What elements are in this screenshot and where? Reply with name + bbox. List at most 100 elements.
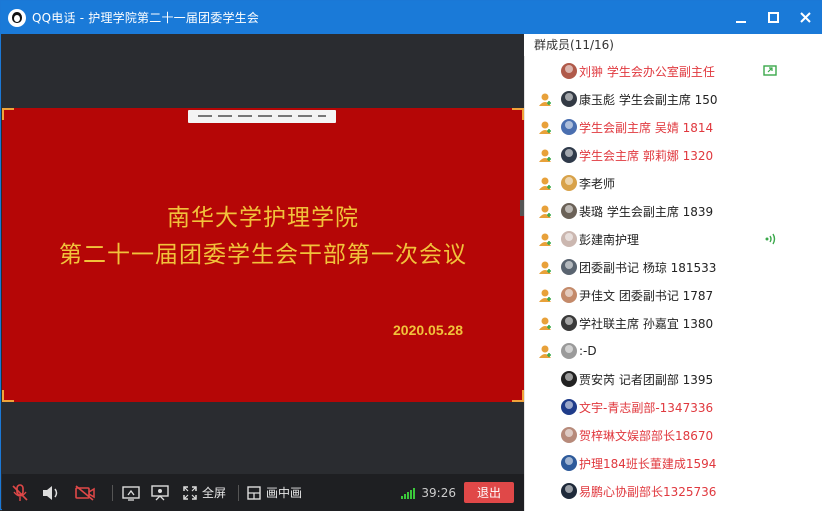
close-button[interactable] (789, 1, 821, 34)
member-role-icon (539, 93, 551, 106)
camera-off-icon (75, 484, 95, 501)
window-title: QQ电话 - 护理学院第二十一届团委学生会 (32, 11, 260, 25)
avatar (561, 259, 577, 275)
exit-call-button[interactable]: 退出 (464, 482, 514, 503)
member-name: 彭建南护理 (579, 232, 640, 247)
slide-header-strip (188, 110, 336, 123)
slide-date: 2020.05.28 (393, 322, 464, 338)
corner-marker (2, 108, 14, 120)
member-name: 刘翀 学生会办公室副主任 (579, 64, 715, 79)
picture-in-picture-button[interactable]: 画中画 (245, 474, 304, 511)
window-controls (725, 1, 821, 34)
presentation-slide: 南华大学护理学院 第二十一届团委学生会干部第一次会议 2020.05.28 (2, 108, 524, 402)
corner-marker (512, 390, 524, 402)
maximize-icon (767, 12, 779, 23)
member-role-icon (539, 289, 551, 302)
title-bar: QQ电话 - 护理学院第二十一届团委学生会 (1, 1, 821, 34)
avatar (561, 315, 577, 331)
member-row[interactable]: 彭建南护理 (524, 225, 822, 253)
screen-share-button[interactable] (119, 474, 143, 511)
signal-strength-icon (401, 487, 416, 499)
call-control-bar: 全屏 画中画 39:26 退出 (2, 474, 524, 511)
member-role-icon (539, 205, 551, 218)
member-name: 康玉彪 学生会副主席 150 (579, 92, 718, 107)
screen-share-icon (122, 485, 140, 501)
member-name: :-D (579, 344, 597, 358)
member-role-icon (539, 233, 551, 246)
member-row[interactable]: 文宇-青志副部-1347336 (524, 393, 822, 421)
minimize-button[interactable] (725, 1, 757, 34)
avatar (561, 91, 577, 107)
member-row[interactable]: 裴璐 学生会副主席 1839 (524, 197, 822, 225)
member-role-icon (539, 317, 551, 330)
shared-screen-area[interactable]: 南华大学护理学院 第二十一届团委学生会干部第一次会议 2020.05.28 (2, 34, 524, 474)
speaker-icon (43, 485, 58, 500)
member-row[interactable]: 学生会副主席 吴婧 1814 (524, 113, 822, 141)
avatar (561, 343, 577, 359)
member-role-icon (539, 177, 551, 190)
member-name: 裴璐 学生会副主席 1839 (579, 204, 714, 219)
presentation-icon (151, 484, 169, 500)
avatar (561, 147, 577, 163)
close-icon (799, 12, 811, 23)
avatar (561, 399, 577, 415)
corner-marker (512, 108, 524, 120)
member-name: 学生会主席 郭莉娜 1320 (579, 148, 714, 163)
avatar (561, 63, 577, 79)
member-row[interactable]: 康玉彪 学生会副主席 150 (524, 85, 822, 113)
member-list-panel: 群成员(11/16) 刘翀 学生会办公室副主任 康玉彪 学生会副主席 150 学生会… (524, 34, 822, 511)
fullscreen-button[interactable]: 全屏 (177, 474, 232, 511)
camera-off-button[interactable] (64, 474, 106, 511)
member-row[interactable]: 学生会主席 郭莉娜 1320 (524, 141, 822, 169)
mic-mute-button[interactable] (2, 474, 38, 511)
member-name: 贺梓琳文娱部部长18670 (579, 428, 714, 443)
member-row[interactable]: 贾安芮 记者团副部 1395 (524, 365, 822, 393)
member-row[interactable]: 团委副书记 杨琼 181533 (524, 253, 822, 281)
speaking-icon (765, 233, 776, 245)
member-name: 团委副书记 杨琼 181533 (579, 260, 717, 275)
member-name: 学生会副主席 吴婧 1814 (579, 120, 714, 135)
slide-title-line2: 第二十一届团委学生会干部第一次会议 (59, 242, 467, 268)
member-role-icon (539, 121, 551, 134)
fullscreen-label: 全屏 (202, 486, 227, 500)
member-name: 李老师 (579, 176, 616, 191)
member-row[interactable]: 易鹏心协副部长1325736 (524, 477, 822, 505)
member-role-icon (539, 261, 551, 274)
member-name: 学社联主席 孙嘉宜 1380 (579, 316, 714, 331)
member-role-icon (539, 345, 551, 358)
member-role-icon (539, 149, 551, 162)
member-row[interactable]: 贺梓琳文娱部部长18670 (524, 421, 822, 449)
picture-in-picture-icon (247, 485, 261, 500)
avatar (561, 371, 577, 387)
speaker-button[interactable] (38, 474, 64, 511)
member-name: 护理184班长董建成1594 (579, 456, 717, 471)
qq-logo-icon (8, 8, 26, 27)
member-name: 贾安芮 记者团副部 1395 (579, 372, 714, 387)
divider (112, 484, 113, 501)
fullscreen-icon (183, 485, 197, 500)
maximize-button[interactable] (757, 1, 789, 34)
member-name: 文宇-青志副部-1347336 (579, 400, 714, 415)
member-name: 尹佳文 团委副书记 1787 (579, 288, 714, 303)
mic-muted-icon (12, 483, 28, 501)
slide-title-line1: 南华大学护理学院 (167, 205, 359, 231)
member-row[interactable]: :-D (524, 337, 822, 365)
member-row[interactable]: 刘翀 学生会办公室副主任 (524, 57, 822, 85)
avatar (561, 119, 577, 135)
member-row[interactable]: 学社联主席 孙嘉宜 1380 (524, 309, 822, 337)
presentation-button[interactable] (143, 474, 177, 511)
avatar (561, 287, 577, 303)
call-timer: 39:26 (421, 485, 456, 500)
corner-marker (2, 390, 14, 402)
avatar (561, 203, 577, 219)
member-name: 易鹏心协副部长1325736 (579, 484, 717, 499)
avatar (561, 455, 577, 471)
avatar (561, 231, 577, 247)
minimize-icon (736, 20, 746, 23)
member-row[interactable]: 李老师 (524, 169, 822, 197)
member-row[interactable]: 护理184班长董建成1594 (524, 449, 822, 477)
divider (238, 484, 240, 501)
avatar (561, 483, 577, 499)
member-row[interactable]: 尹佳文 团委副书记 1787 (524, 281, 822, 309)
avatar (561, 175, 577, 191)
